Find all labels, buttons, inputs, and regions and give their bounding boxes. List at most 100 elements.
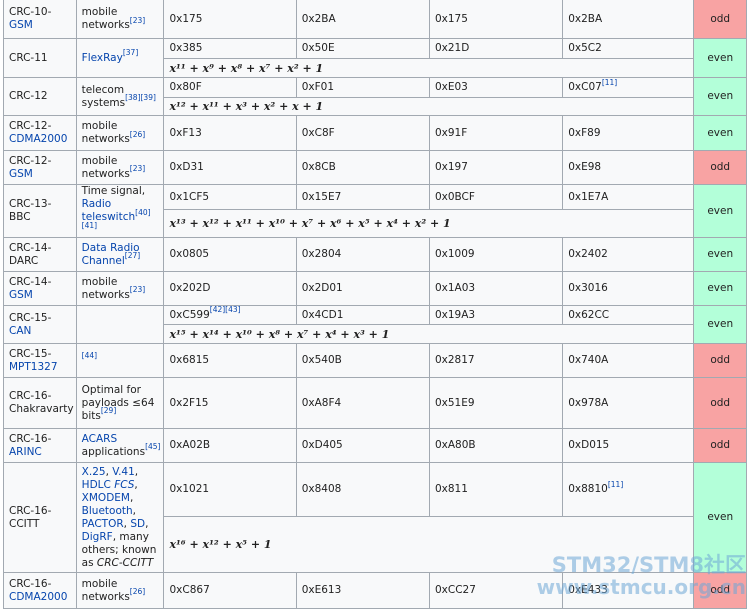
reversed-hex: 0xE613: [295, 572, 430, 609]
parity-badge: even: [693, 237, 747, 272]
crc-name-link[interactable]: CAN: [9, 325, 31, 337]
crc-name: CRC-12-CDMA2000: [3, 115, 77, 151]
reversed-reciprocal-hex: 0x978A: [562, 377, 695, 429]
normal-hex: 0x175: [163, 0, 297, 39]
reversed-reciprocal-hex: 0x5C2: [562, 38, 695, 59]
parity-badge: even: [693, 271, 747, 306]
normal-hex: 0x385: [163, 38, 297, 59]
normal-hex: 0xF13: [163, 115, 297, 151]
reversed-reciprocal-hex: 0xE98: [562, 150, 695, 185]
reciprocal-hex: 0x2817: [428, 343, 564, 378]
crc-name-link[interactable]: GSM: [9, 19, 33, 31]
use-link[interactable]: X.25: [82, 466, 106, 478]
use-link[interactable]: HDLC: [82, 479, 111, 491]
crc-use: mobile networks[23]: [75, 271, 165, 306]
ref-link[interactable]: [26]: [130, 130, 145, 139]
crc-name: CRC-13-BBC: [3, 184, 77, 238]
parity-badge: even: [693, 38, 747, 78]
crc-name-link[interactable]: GSM: [9, 289, 33, 301]
table-row: CRC-15-CAN 0xC599[42][43] 0x4CD1 0x19A3 …: [3, 305, 747, 344]
normal-hex: 0x2F15: [163, 377, 297, 429]
reversed-reciprocal-hex: 0xC07[11]: [562, 77, 695, 98]
reciprocal-hex: 0xA80B: [428, 428, 564, 463]
reversed-hex: 0x2D01: [295, 271, 430, 306]
ref-link[interactable]: [27]: [125, 251, 140, 260]
use-link[interactable]: ACARS: [82, 433, 117, 445]
table-row: CRC-16-ARINC ACARS applications[45] 0xA02…: [3, 428, 747, 463]
table-row: CRC-11 FlexRay[37] 0x385 0x50E 0x21D 0x5…: [3, 38, 747, 78]
ref-link[interactable]: [11]: [608, 480, 623, 489]
ref-link[interactable]: [23]: [130, 164, 145, 173]
table-row: CRC-16-CCITT X.25, V.41, HDLC FCS, XMODE…: [3, 462, 747, 573]
reciprocal-hex: 0x197: [428, 150, 564, 185]
crc-polynomial-table: CRC-10-GSM mobile networks[23] 0x175 0x2…: [3, 0, 747, 609]
table-row: CRC-14-GSM mobile networks[23] 0x202D 0x…: [3, 271, 747, 306]
reciprocal-hex: 0x1009: [428, 237, 564, 272]
normal-hex: 0x6815: [163, 343, 297, 378]
crc-name-link[interactable]: CDMA2000: [9, 591, 67, 603]
ref-link[interactable]: [26]: [130, 587, 145, 596]
table-row: CRC-12-CDMA2000 mobile networks[26] 0xF1…: [3, 115, 747, 151]
use-link[interactable]: FlexRay: [82, 52, 123, 64]
use-link[interactable]: PACTOR: [82, 518, 124, 530]
crc-use: X.25, V.41, HDLC FCS, XMODEM, Bluetooth,…: [75, 462, 165, 573]
use-link[interactable]: FCS: [114, 479, 134, 491]
ref-link[interactable]: [29]: [101, 406, 116, 415]
reciprocal-hex: 0x1A03: [428, 271, 564, 306]
reversed-hex: 0x50E: [295, 38, 430, 59]
normal-hex: 0x80F: [163, 77, 297, 98]
parity-badge: odd: [693, 377, 747, 429]
use-link[interactable]: V.41: [112, 466, 135, 478]
reversed-hex: 0x15E7: [295, 183, 430, 211]
table-row: CRC-12 telecom systems[38][39] 0x80F 0xF…: [3, 77, 747, 116]
reversed-reciprocal-hex: 0x62CC: [562, 305, 695, 325]
ref-link[interactable]: [23]: [130, 16, 145, 25]
reversed-hex: 0x540B: [295, 343, 430, 378]
ref-link[interactable]: [37]: [123, 48, 138, 57]
parity-badge: even: [693, 184, 747, 238]
use-link[interactable]: SD: [130, 518, 145, 530]
crc-name: CRC-15-CAN: [3, 305, 77, 344]
parity-badge: even: [693, 77, 747, 116]
watermark-title: STM32/STM8社区: [551, 553, 746, 577]
ref-link[interactable]: [11]: [602, 79, 617, 87]
ref-link[interactable]: [42][43]: [210, 307, 241, 315]
crc-use: [75, 305, 165, 344]
use-link[interactable]: XMODEM: [82, 492, 130, 504]
normal-hex: 0x1021: [163, 462, 297, 517]
ref-link[interactable]: [44]: [82, 351, 97, 360]
watermark-url: www.stmcu.org.cn: [536, 575, 746, 599]
table-row: CRC-13-BBC Time signal, Radio teleswitch[…: [3, 183, 747, 238]
reciprocal-hex: 0x21D: [428, 38, 564, 59]
crc-name-link[interactable]: GSM: [9, 168, 33, 180]
reciprocal-hex: 0xE03: [428, 77, 564, 98]
parity-badge: odd: [693, 150, 747, 185]
use-link[interactable]: Radio teleswitch: [82, 198, 135, 223]
reciprocal-hex: 0x91F: [428, 115, 564, 151]
ref-link[interactable]: [23]: [130, 285, 145, 294]
reversed-hex: 0x2804: [295, 237, 430, 272]
use-link[interactable]: Bluetooth: [82, 505, 133, 517]
use-link[interactable]: DigRF: [82, 531, 113, 543]
parity-badge: even: [693, 305, 747, 344]
ref-link[interactable]: [45]: [145, 442, 160, 451]
reversed-reciprocal-hex: 0x740A: [562, 343, 695, 378]
crc-name-link[interactable]: MPT1327: [9, 361, 58, 373]
reversed-reciprocal-hex: 0x1E7A: [562, 183, 695, 211]
reciprocal-hex: 0x175: [428, 0, 564, 39]
polynomial-formula: x¹⁵ + x¹⁴ + x¹⁰ + x⁸ + x⁷ + x⁴ + x³ + 1: [163, 324, 695, 344]
crc-use: mobile networks[23]: [75, 0, 165, 39]
normal-hex: 0xC867: [163, 572, 297, 609]
normal-hex: 0xD31: [163, 150, 297, 185]
crc-name: CRC-11: [3, 38, 77, 78]
ref-link[interactable]: [38][39]: [125, 93, 156, 102]
polynomial-formula: x¹³ + x¹² + x¹¹ + x¹⁰ + x⁷ + x⁶ + x⁵ + x…: [163, 209, 695, 238]
crc-name-link[interactable]: ARINC: [9, 446, 42, 458]
reciprocal-hex: 0x811: [428, 462, 564, 517]
table-row: CRC-10-GSM mobile networks[23] 0x175 0x2…: [3, 0, 747, 39]
crc-name-link[interactable]: CDMA2000: [9, 133, 67, 145]
parity-badge: odd: [693, 428, 747, 463]
site-watermark: STM32/STM8社区 www.stmcu.org.cn: [537, 554, 746, 598]
crc-use: telecom systems[38][39]: [75, 77, 165, 116]
normal-hex: 0xA02B: [163, 428, 297, 463]
